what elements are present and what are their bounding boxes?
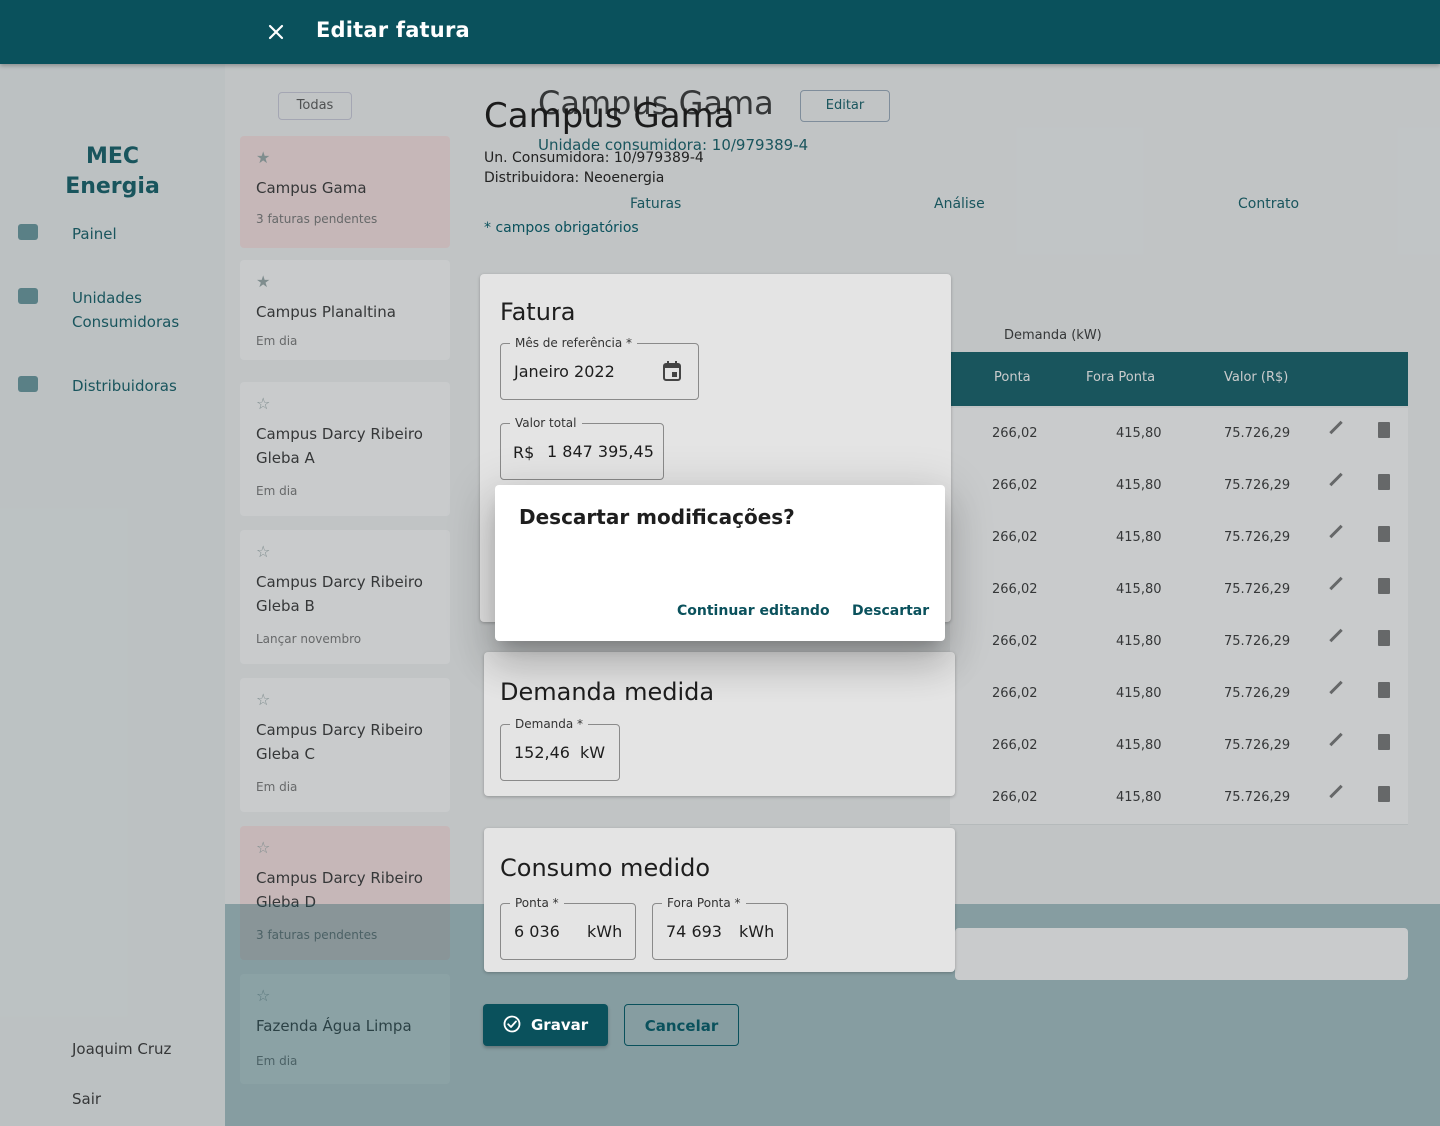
offpeak-consumption-field[interactable]: Fora Ponta * 74 693 kWh — [652, 895, 788, 960]
demand-field[interactable]: Demanda * 152,46 kW — [500, 716, 620, 781]
dialog-title: Editar fatura — [316, 18, 470, 42]
required-fields-note: * campos obrigatórios — [484, 220, 639, 236]
dialog-app-bar: Editar fatura — [0, 0, 1440, 64]
cancel-label: Cancelar — [644, 1017, 719, 1035]
save-label: Gravar — [531, 1016, 589, 1034]
reference-month-value: Janeiro 2022 — [514, 362, 615, 381]
currency-prefix: R$ — [513, 443, 535, 462]
demand-section: Demanda medida Demanda * 152,46 kW — [484, 652, 955, 796]
reference-month-field[interactable]: Mês de referência * Janeiro 2022 — [500, 335, 699, 400]
check-circle-icon — [503, 1015, 521, 1033]
close-button[interactable] — [258, 14, 294, 50]
continue-editing-button[interactable]: Continuar editando — [677, 603, 830, 619]
peak-value: 6 036 — [514, 922, 560, 941]
total-value-input: 1 847 395,45 — [547, 442, 654, 461]
discard-dialog-title: Descartar modificações? — [519, 505, 795, 529]
demand-label: Demanda * — [510, 716, 589, 732]
unit-name: Campus Gama — [484, 96, 735, 136]
peak-label: Ponta * — [510, 895, 564, 911]
demand-unit: kW — [580, 743, 606, 762]
consumption-section-title: Consumo medido — [500, 854, 711, 882]
offpeak-value: 74 693 — [666, 922, 722, 941]
demand-value: 152,46 — [514, 743, 570, 762]
discard-button[interactable]: Descartar — [852, 603, 929, 619]
consumption-section: Consumo medido Ponta * 6 036 kWh Fora Po… — [484, 828, 955, 972]
consumer-unit-code: Un. Consumidora: 10/979389-4 — [484, 150, 704, 166]
offpeak-unit: kWh — [739, 922, 775, 941]
total-value-label: Valor total — [510, 415, 582, 431]
peak-consumption-field[interactable]: Ponta * 6 036 kWh — [500, 895, 636, 960]
cancel-button[interactable]: Cancelar — [624, 1004, 739, 1046]
save-button[interactable]: Gravar — [483, 1004, 608, 1046]
total-value-field[interactable]: Valor total R$ 1 847 395,45 — [500, 415, 664, 480]
calendar-icon[interactable] — [663, 361, 681, 381]
distributor-name: Distribuidora: Neoenergia — [484, 170, 665, 186]
peak-unit: kWh — [587, 922, 623, 941]
invoice-section-title: Fatura — [500, 298, 576, 326]
reference-month-label: Mês de referência * — [510, 335, 638, 351]
close-icon — [268, 24, 284, 40]
discard-changes-dialog: Descartar modificações? Continuar editan… — [495, 485, 945, 641]
offpeak-label: Fora Ponta * — [662, 895, 746, 911]
demand-section-title: Demanda medida — [500, 678, 715, 706]
